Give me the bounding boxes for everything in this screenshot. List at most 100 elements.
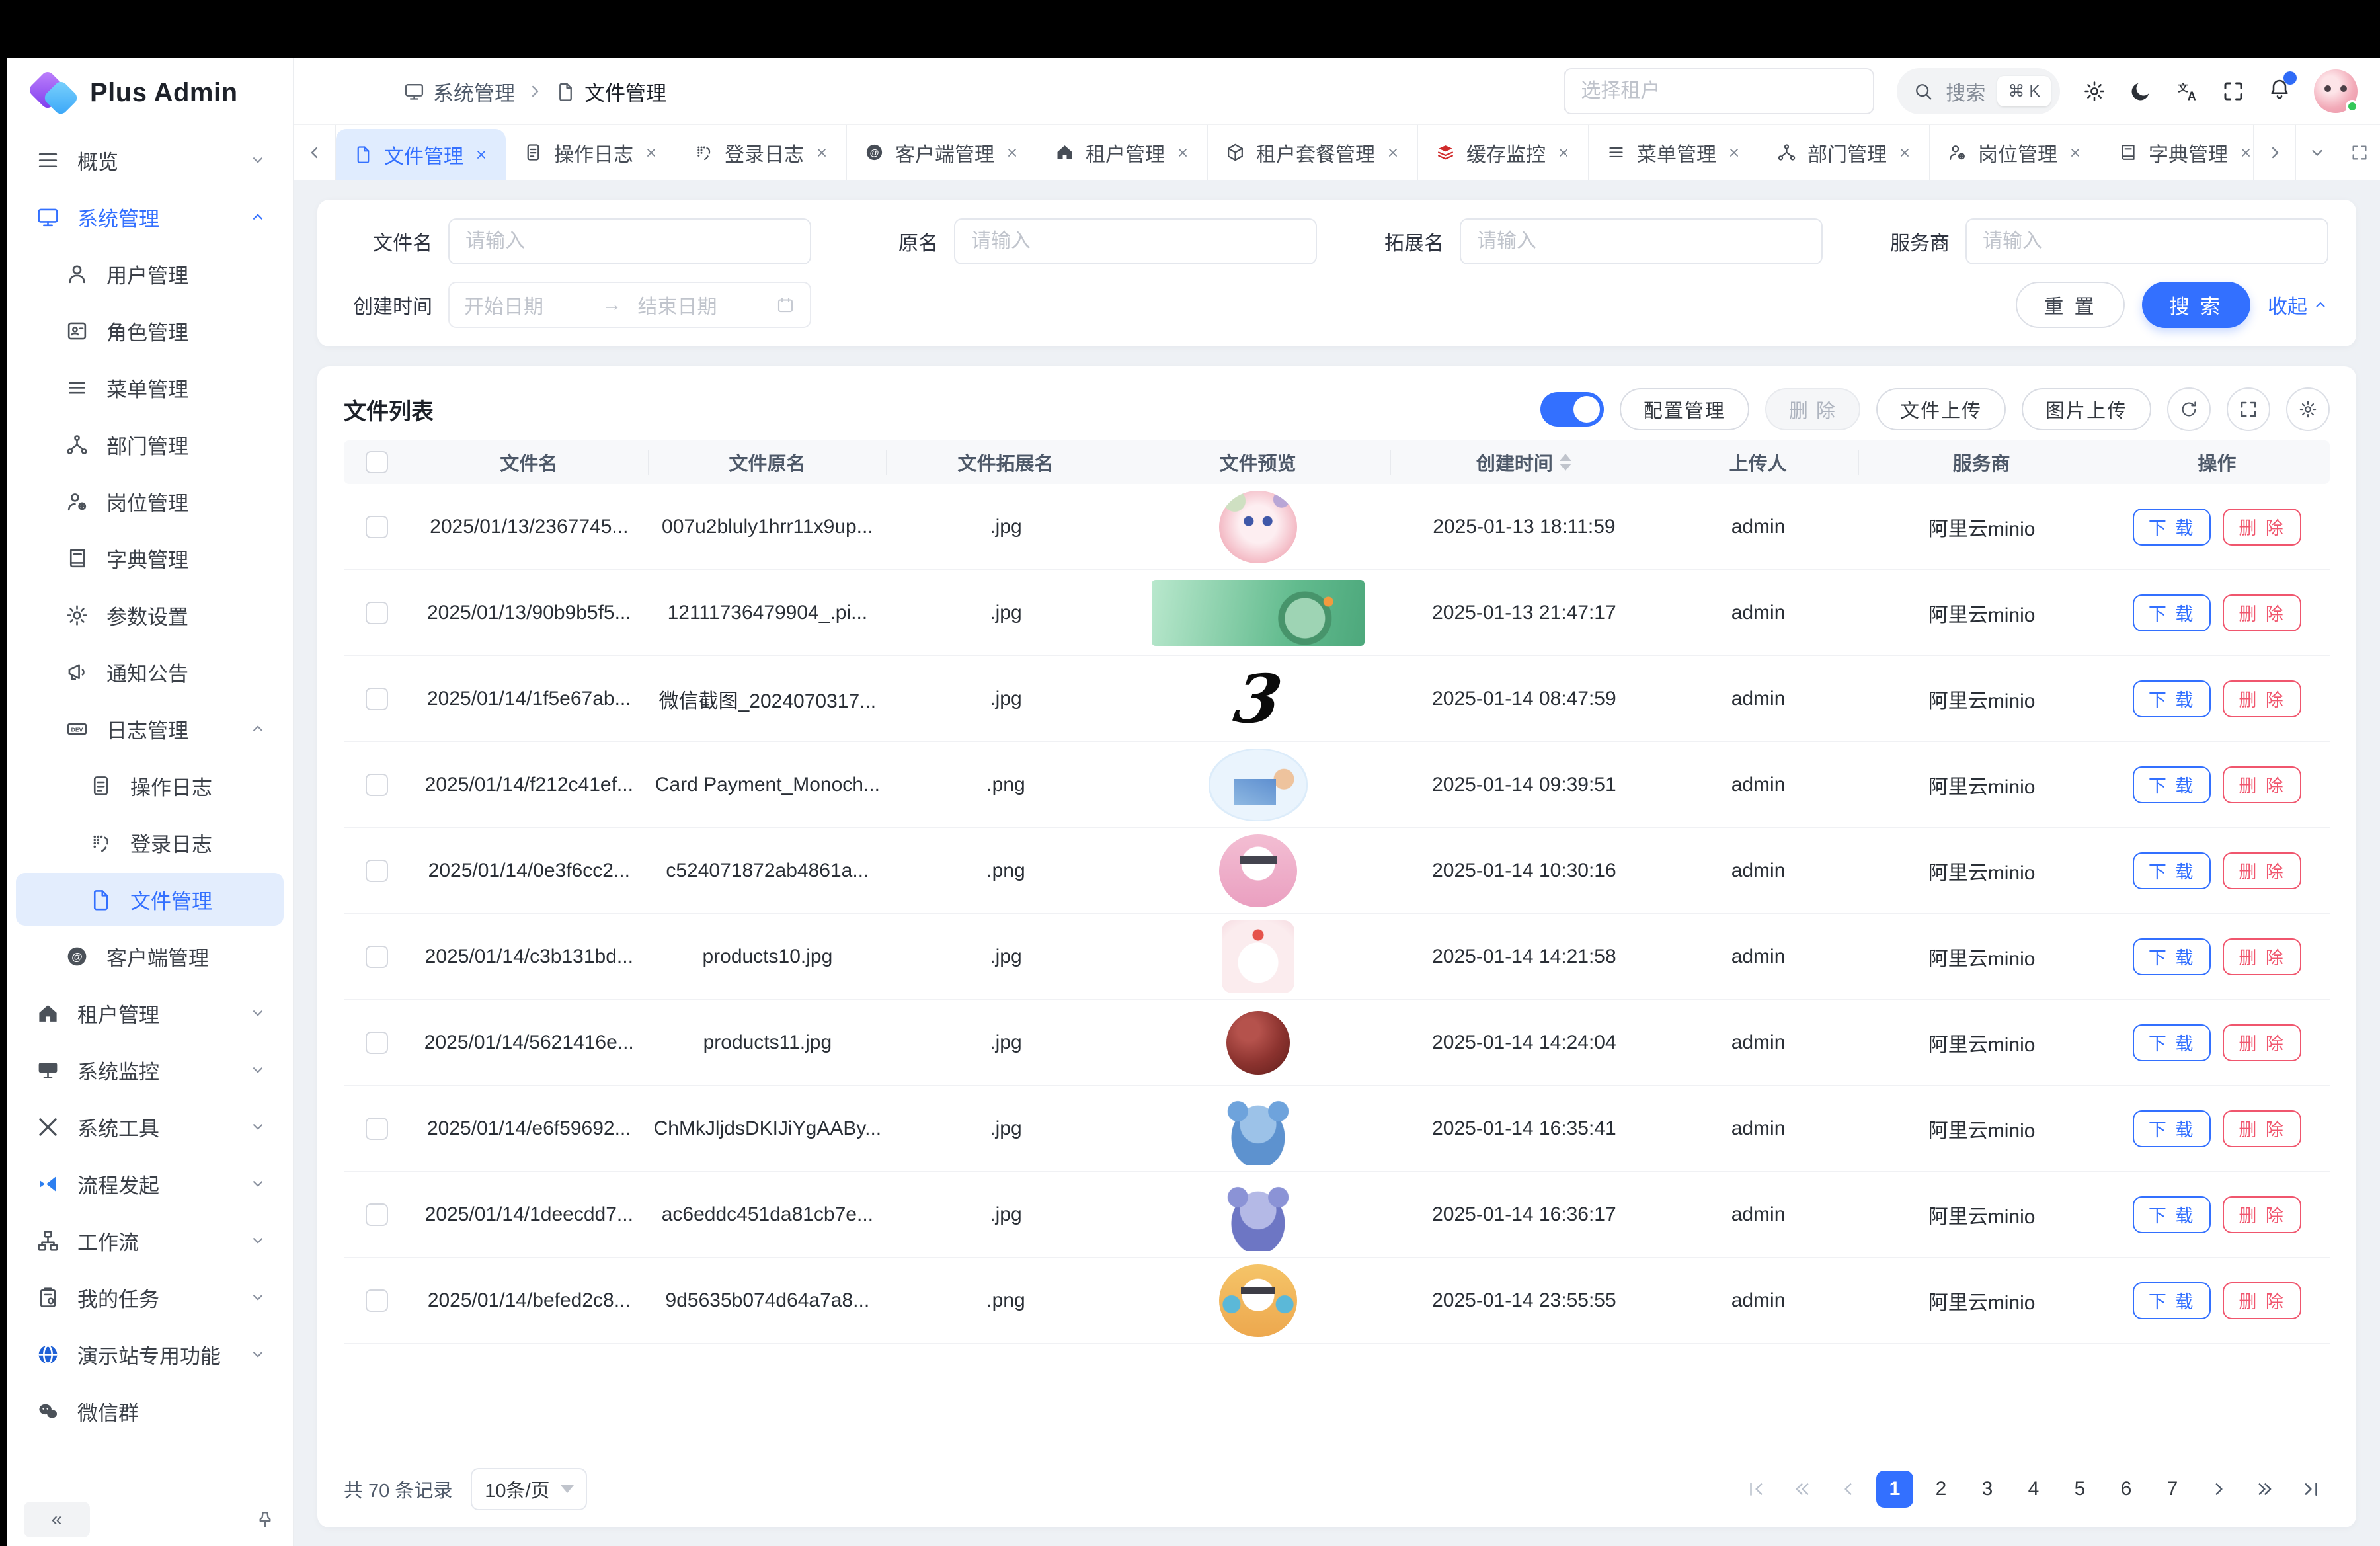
- pagination-jump-forward-button[interactable]: [2246, 1471, 2283, 1508]
- sidebar-item-操作日志[interactable]: 操作日志: [16, 759, 284, 812]
- sidebar-item-工作流[interactable]: 工作流: [16, 1214, 284, 1267]
- download-button[interactable]: 下 载: [2133, 680, 2211, 717]
- sidebar-item-角色管理[interactable]: 角色管理: [16, 304, 284, 357]
- tenant-select-input[interactable]: [1564, 68, 1874, 114]
- dark-mode-moon-icon[interactable]: [2129, 79, 2153, 103]
- collapse-filters-link[interactable]: 收起: [2268, 290, 2328, 319]
- sidebar-item-流程发起[interactable]: 流程发起: [16, 1157, 284, 1210]
- row-checkbox[interactable]: [366, 1289, 388, 1312]
- sidebar-item-概览[interactable]: 概览: [16, 134, 284, 186]
- download-button[interactable]: 下 载: [2133, 1110, 2211, 1147]
- pagination-page-3[interactable]: 3: [1969, 1471, 2006, 1508]
- pagination-last-button[interactable]: [2293, 1471, 2330, 1508]
- row-checkbox[interactable]: [366, 1118, 388, 1140]
- sidebar-item-通知公告[interactable]: 通知公告: [16, 645, 284, 698]
- sidebar-item-系统工具[interactable]: 系统工具: [16, 1100, 284, 1153]
- table-fullscreen-button[interactable]: [2227, 387, 2270, 431]
- tabs-dropdown-button[interactable]: [2295, 125, 2338, 180]
- file-preview-image[interactable]: [1219, 1264, 1297, 1337]
- tabs-scroll-left-button[interactable]: [294, 125, 336, 180]
- delete-button[interactable]: 删 除: [2223, 938, 2301, 975]
- file-name-input[interactable]: [448, 218, 811, 264]
- delete-button[interactable]: 删 除: [2223, 1110, 2301, 1147]
- row-checkbox[interactable]: [366, 946, 388, 968]
- refresh-table-button[interactable]: [2167, 387, 2211, 431]
- tab-租户套餐管理[interactable]: 租户套餐管理: [1208, 125, 1418, 180]
- tab-客户端管理[interactable]: @客户端管理: [847, 125, 1037, 180]
- row-checkbox[interactable]: [366, 860, 388, 882]
- search-panel-toggle[interactable]: [1540, 392, 1604, 427]
- file-preview-image[interactable]: [1152, 580, 1365, 646]
- pagination-jump-back-button[interactable]: [1784, 1471, 1821, 1508]
- delete-button[interactable]: 删 除: [2223, 766, 2301, 803]
- column-settings-button[interactable]: [2286, 387, 2330, 431]
- file-upload-button[interactable]: 文件上传: [1876, 388, 2006, 430]
- tab-登录日志[interactable]: 登录日志: [676, 125, 847, 180]
- sidebar-item-客户端管理[interactable]: @客户端管理: [16, 930, 284, 983]
- row-checkbox[interactable]: [366, 516, 388, 538]
- sidebar-item-系统监控[interactable]: 系统监控: [16, 1043, 284, 1096]
- download-button[interactable]: 下 载: [2133, 1282, 2211, 1319]
- reset-button[interactable]: 重 置: [2016, 282, 2124, 328]
- brand[interactable]: Plus Admin: [7, 58, 293, 127]
- tab-close-icon[interactable]: [474, 147, 489, 162]
- pagination-first-button[interactable]: [1737, 1471, 1774, 1508]
- sidebar-item-微信群[interactable]: 微信群: [16, 1385, 284, 1438]
- pagination-page-2[interactable]: 2: [1923, 1471, 1960, 1508]
- page-size-select[interactable]: 10条/页: [471, 1468, 587, 1510]
- download-button[interactable]: 下 载: [2133, 766, 2211, 803]
- provider-input[interactable]: [1965, 218, 2328, 264]
- tab-close-icon[interactable]: [644, 145, 658, 160]
- tab-操作日志[interactable]: 操作日志: [506, 125, 676, 180]
- tab-close-icon[interactable]: [1897, 145, 1912, 160]
- tab-close-icon[interactable]: [1556, 145, 1571, 160]
- download-button[interactable]: 下 载: [2133, 1196, 2211, 1233]
- download-button[interactable]: 下 载: [2133, 852, 2211, 889]
- breadcrumb-file-manage[interactable]: 文件管理: [555, 77, 666, 106]
- global-search-button[interactable]: 搜索 ⌘ K: [1897, 68, 2060, 114]
- pagination-next-button[interactable]: [2200, 1471, 2237, 1508]
- sidebar-item-我的任务[interactable]: 我的任务: [16, 1271, 284, 1324]
- delete-button[interactable]: 删 除: [2223, 594, 2301, 631]
- tab-close-icon[interactable]: [1727, 145, 1741, 160]
- tab-close-icon[interactable]: [1175, 145, 1190, 160]
- file-preview-image[interactable]: [1226, 1011, 1290, 1075]
- sidebar-collapse-button[interactable]: «: [24, 1502, 90, 1537]
- sidebar-item-租户管理[interactable]: 租户管理: [16, 987, 284, 1039]
- image-upload-button[interactable]: 图片上传: [2022, 388, 2151, 430]
- row-checkbox[interactable]: [366, 688, 388, 710]
- pagination-prev-button[interactable]: [1830, 1471, 1867, 1508]
- delete-button[interactable]: 删 除: [2223, 509, 2301, 546]
- sort-icon[interactable]: [1560, 454, 1571, 471]
- tab-字典管理[interactable]: 字典管理: [2100, 125, 2253, 180]
- breadcrumb-system[interactable]: 系统管理: [403, 77, 515, 106]
- tab-close-icon[interactable]: [814, 145, 829, 160]
- tab-close-icon[interactable]: [1005, 145, 1019, 160]
- tab-岗位管理[interactable]: 岗位管理: [1930, 125, 2100, 180]
- delete-button[interactable]: 删 除: [2223, 852, 2301, 889]
- batch-delete-button[interactable]: 删 除: [1765, 388, 1860, 430]
- sidebar-item-登录日志[interactable]: 登录日志: [16, 816, 284, 869]
- delete-button[interactable]: 删 除: [2223, 1282, 2301, 1319]
- sidebar-item-部门管理[interactable]: 部门管理: [16, 418, 284, 471]
- delete-button[interactable]: 删 除: [2223, 1024, 2301, 1061]
- sidebar-item-岗位管理[interactable]: 岗位管理: [16, 475, 284, 528]
- download-button[interactable]: 下 载: [2133, 938, 2211, 975]
- row-checkbox[interactable]: [366, 1203, 388, 1226]
- file-preview-image[interactable]: [1209, 749, 1308, 821]
- tab-部门管理[interactable]: 部门管理: [1759, 125, 1930, 180]
- select-all-checkbox[interactable]: [366, 451, 388, 473]
- pagination-page-7[interactable]: 7: [2154, 1471, 2191, 1508]
- refresh-page-icon[interactable]: [360, 79, 383, 103]
- file-preview-image[interactable]: [1219, 834, 1297, 907]
- tab-文件管理[interactable]: 文件管理: [336, 129, 506, 180]
- pin-icon[interactable]: [255, 1509, 276, 1530]
- pagination-page-6[interactable]: 6: [2108, 1471, 2145, 1508]
- sidebar-item-系统管理[interactable]: 系统管理: [16, 190, 284, 243]
- tab-缓存监控[interactable]: 缓存监控: [1418, 125, 1589, 180]
- sidebar-item-菜单管理[interactable]: 菜单管理: [16, 361, 284, 414]
- config-manage-button[interactable]: 配置管理: [1620, 388, 1749, 430]
- file-preview-image[interactable]: [1222, 920, 1294, 993]
- settings-gear-icon[interactable]: [2082, 79, 2106, 103]
- sidebar-item-演示站专用功能[interactable]: 演示站专用功能: [16, 1328, 284, 1381]
